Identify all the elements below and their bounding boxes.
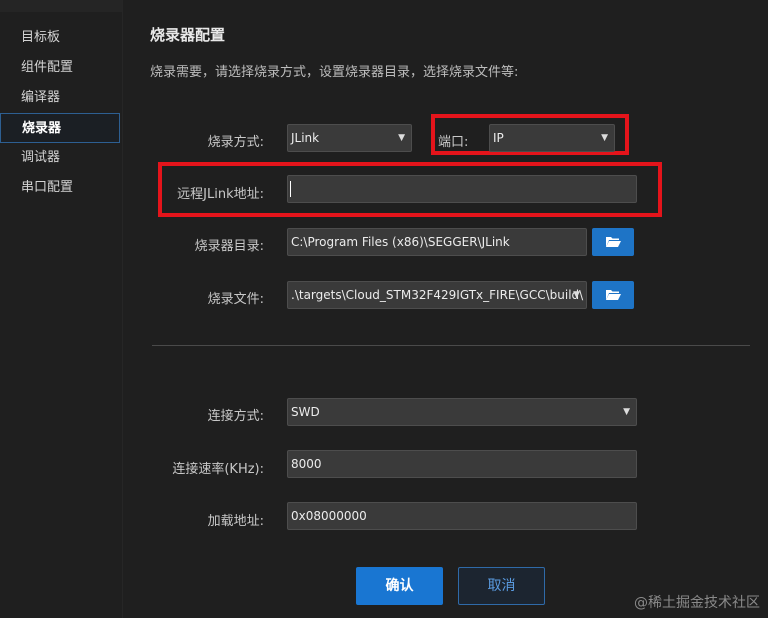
connect-speed-input[interactable]: 8000	[287, 450, 637, 478]
sidebar: 目标板 组件配置 编译器 烧录器 调试器 串口配置	[0, 0, 123, 618]
cancel-button[interactable]: 取消	[458, 567, 545, 605]
sidebar-item-component-config[interactable]: 组件配置	[0, 53, 120, 83]
chevron-down-icon: ▼	[623, 407, 630, 417]
chevron-down-icon: ▼	[398, 133, 405, 143]
port-label: 端口:	[438, 135, 469, 150]
port-select[interactable]: IP ▼	[489, 124, 615, 152]
chevron-down-icon: ▼	[601, 133, 608, 143]
port-value: IP	[493, 131, 504, 145]
burner-dir-browse-button[interactable]	[592, 228, 634, 256]
sidebar-item-target-board[interactable]: 目标板	[0, 23, 120, 53]
load-address-label: 加载地址:	[207, 514, 264, 529]
confirm-button[interactable]: 确认	[356, 567, 443, 605]
sidebar-top-strip	[0, 0, 122, 12]
burn-file-browse-button[interactable]	[592, 281, 634, 309]
folder-open-icon	[606, 290, 621, 300]
section-divider	[152, 345, 750, 346]
chevron-down-icon: ▼	[573, 290, 580, 300]
watermark: @稀土掘金技术社区	[634, 595, 760, 611]
connect-method-value: SWD	[291, 405, 320, 419]
burner-dir-input[interactable]: C:\Program Files (x86)\SEGGER\JLink	[287, 228, 587, 256]
burn-file-select[interactable]: .\targets\Cloud_STM32F429IGTx_FIRE\GCC\b…	[287, 281, 587, 309]
connect-method-select[interactable]: SWD ▼	[287, 398, 637, 426]
burn-file-label: 烧录文件:	[207, 292, 264, 307]
text-cursor	[290, 181, 291, 197]
burner-dir-label: 烧录器目录:	[194, 239, 264, 254]
connect-method-label: 连接方式:	[207, 409, 264, 424]
burn-method-label: 烧录方式:	[207, 135, 264, 150]
burn-method-value: JLink	[291, 131, 320, 145]
page-subtitle: 烧录需要，请选择烧录方式，设置烧录器目录，选择烧录文件等:	[150, 65, 519, 80]
sidebar-item-debugger[interactable]: 调试器	[0, 143, 120, 173]
burn-file-value: .\targets\Cloud_STM32F429IGTx_FIRE\GCC\b…	[291, 288, 584, 302]
burner-dir-value: C:\Program Files (x86)\SEGGER\JLink	[291, 235, 510, 249]
remote-address-label: 远程JLink地址:	[177, 187, 264, 202]
connect-speed-label: 连接速率(KHz):	[172, 462, 264, 477]
connect-speed-value: 8000	[291, 457, 322, 471]
burn-method-select[interactable]: JLink ▼	[287, 124, 412, 152]
main-panel: 烧录器配置 烧录需要，请选择烧录方式，设置烧录器目录，选择烧录文件等: 烧录方式…	[122, 0, 768, 618]
remote-address-input[interactable]	[287, 175, 637, 203]
load-address-input[interactable]: 0x08000000	[287, 502, 637, 530]
sidebar-item-serial-config[interactable]: 串口配置	[0, 173, 120, 203]
sidebar-item-compiler[interactable]: 编译器	[0, 83, 120, 113]
load-address-value: 0x08000000	[291, 509, 367, 523]
page-title: 烧录器配置	[150, 26, 226, 44]
folder-open-icon	[606, 237, 621, 247]
sidebar-item-burner[interactable]: 烧录器	[0, 113, 120, 143]
